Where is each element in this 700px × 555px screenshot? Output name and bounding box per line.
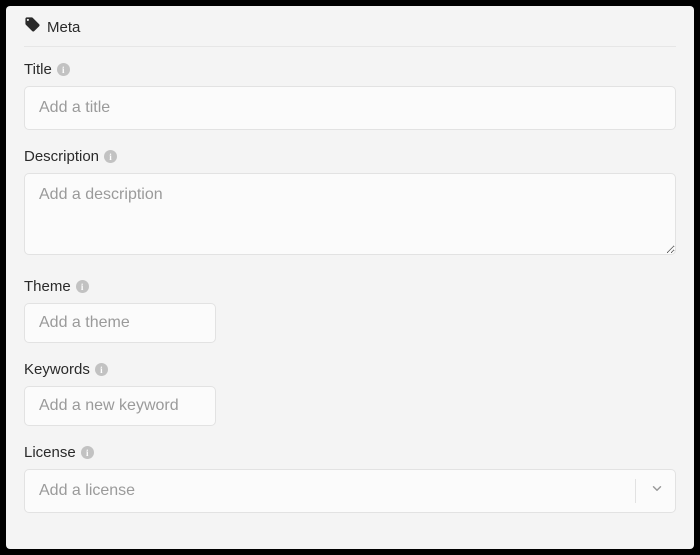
info-icon[interactable]: i [81, 446, 94, 459]
field-title: Title i [24, 61, 676, 130]
field-label-row: Keywords i [24, 361, 676, 378]
field-label-row: Theme i [24, 278, 676, 295]
description-input[interactable] [24, 173, 676, 255]
info-icon[interactable]: i [76, 280, 89, 293]
select-divider [635, 479, 636, 503]
license-select[interactable]: Add a license [24, 469, 676, 513]
field-license: License i Add a license [24, 444, 676, 513]
field-keywords: Keywords i [24, 361, 676, 426]
keywords-label: Keywords [24, 361, 90, 378]
info-icon[interactable]: i [95, 363, 108, 376]
field-label-row: License i [24, 444, 676, 461]
keywords-input[interactable] [24, 386, 216, 426]
tag-icon [24, 16, 41, 38]
field-label-row: Title i [24, 61, 676, 78]
info-icon[interactable]: i [104, 150, 117, 163]
license-placeholder: Add a license [39, 482, 135, 500]
field-theme: Theme i [24, 278, 676, 343]
theme-label: Theme [24, 278, 71, 295]
section-title: Meta [47, 19, 80, 36]
title-input[interactable] [24, 86, 676, 130]
meta-panel: Meta Title i Description i Theme i Keywo… [6, 6, 694, 549]
title-label: Title [24, 61, 52, 78]
info-icon[interactable]: i [57, 63, 70, 76]
description-label: Description [24, 148, 99, 165]
section-header: Meta [24, 16, 676, 47]
theme-input[interactable] [24, 303, 216, 343]
license-select-wrap: Add a license [24, 469, 676, 513]
license-label: License [24, 444, 76, 461]
field-label-row: Description i [24, 148, 676, 165]
field-description: Description i [24, 148, 676, 260]
